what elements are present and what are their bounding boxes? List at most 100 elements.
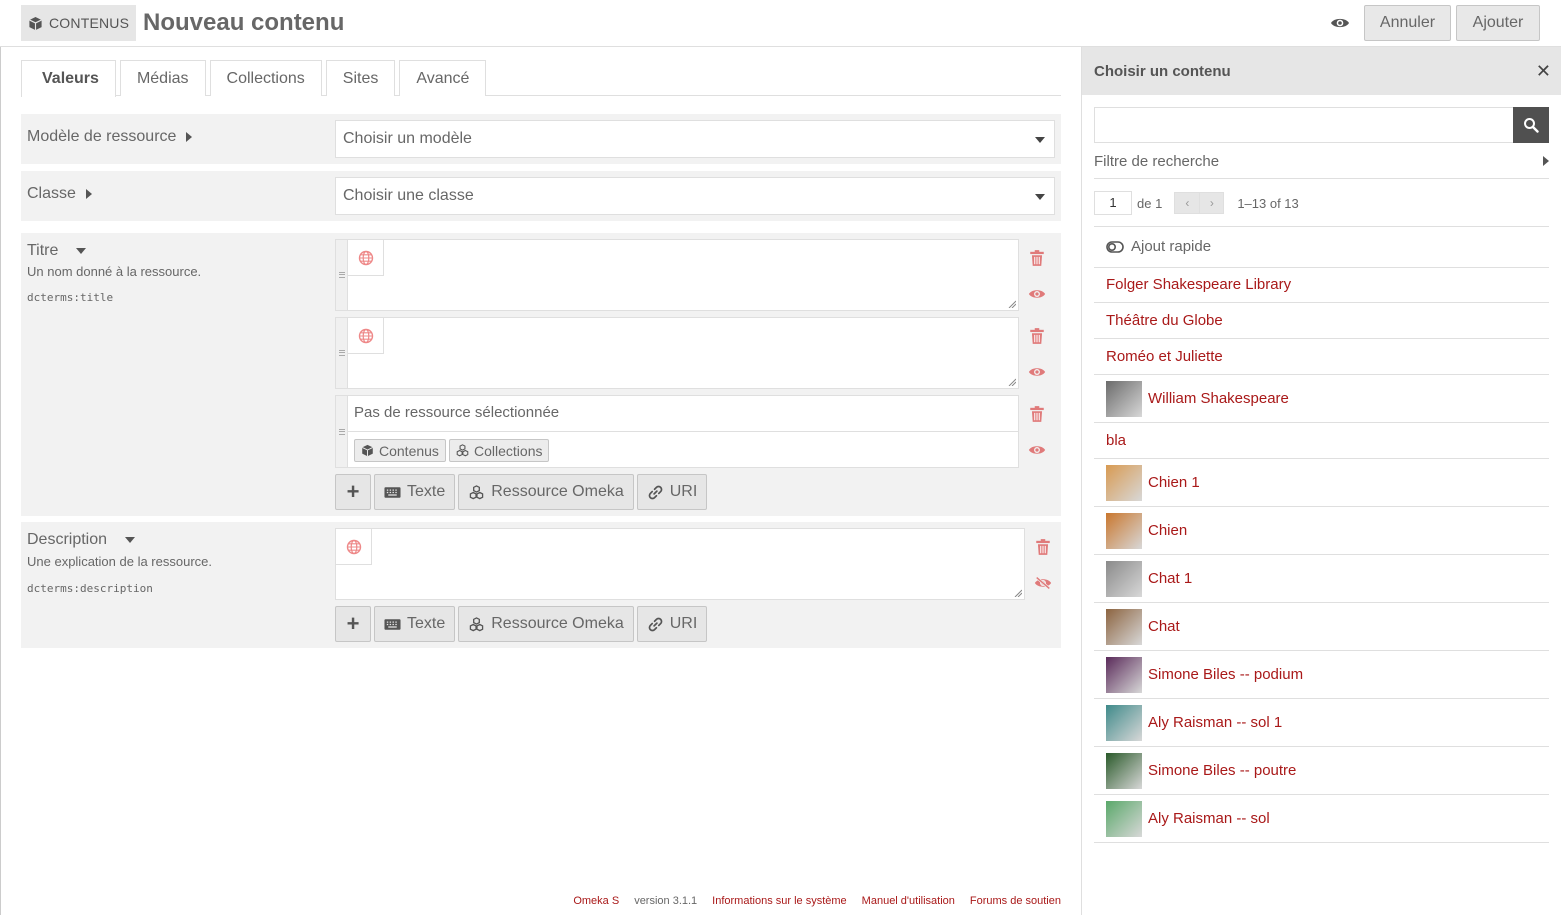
trash-icon[interactable] xyxy=(1028,327,1046,345)
add-resource-button[interactable]: Ressource Omeka xyxy=(458,474,634,510)
list-item[interactable]: Chien xyxy=(1094,507,1549,555)
caret-right-icon xyxy=(85,189,92,199)
chevron-left-icon[interactable]: ‹ xyxy=(1175,193,1199,213)
drag-handle[interactable] xyxy=(336,396,348,467)
title-value-textarea[interactable] xyxy=(335,317,1019,389)
page-header: CONTENUS Nouveau contenu Annuler Ajouter xyxy=(0,0,1561,47)
cubes-icon xyxy=(456,444,469,457)
keyboard-icon xyxy=(384,618,401,630)
field-class: Classe Choisir une classe xyxy=(21,171,1061,221)
tab-collections[interactable]: Collections xyxy=(209,60,322,96)
select-items-button[interactable]: Contenus xyxy=(354,439,446,462)
add-text-button[interactable]: Texte xyxy=(374,474,456,510)
cancel-button[interactable]: Annuler xyxy=(1364,5,1451,41)
list-item[interactable]: Aly Raisman -- sol 1 xyxy=(1094,699,1549,747)
close-icon[interactable]: ✕ xyxy=(1536,61,1551,82)
item-chooser-sidebar: Choisir un contenu ✕ Filtre de recherche… xyxy=(1081,47,1561,915)
list-item[interactable]: Roméo et Juliette xyxy=(1094,339,1549,375)
list-item-label: Aly Raisman -- sol 1 xyxy=(1148,714,1283,731)
resize-handle-icon[interactable] xyxy=(1008,378,1016,386)
field-resource-template: Modèle de ressource Choisir un modèle xyxy=(21,114,1061,164)
tab-bar: Valeurs Médias Collections Sites Avancé xyxy=(21,60,1061,97)
list-item[interactable]: Chien 1 xyxy=(1094,459,1549,507)
add-value-button[interactable]: + xyxy=(335,606,371,642)
list-item[interactable]: Simone Biles -- podium xyxy=(1094,651,1549,699)
search-filter-toggle[interactable]: Filtre de recherche xyxy=(1094,153,1549,170)
list-item[interactable]: Aly Raisman -- sol xyxy=(1094,795,1549,843)
tab-avance[interactable]: Avancé xyxy=(399,60,487,96)
class-select[interactable]: Choisir une classe xyxy=(335,177,1055,215)
footer-manual-link[interactable]: Manuel d'utilisation xyxy=(862,895,955,907)
tab-valeurs[interactable]: Valeurs xyxy=(21,60,116,97)
sidebar-search-input[interactable] xyxy=(1094,107,1514,143)
drag-handle[interactable] xyxy=(336,318,348,388)
tab-sites[interactable]: Sites xyxy=(325,60,396,96)
chevron-right-icon[interactable]: › xyxy=(1199,193,1223,213)
left-border xyxy=(0,0,1,915)
list-item[interactable]: Théâtre du Globe xyxy=(1094,303,1549,339)
list-item[interactable]: Chat xyxy=(1094,603,1549,651)
eye-icon[interactable] xyxy=(1028,441,1046,459)
caret-down-icon xyxy=(125,537,136,543)
preview-eye-icon[interactable] xyxy=(1330,14,1350,32)
add-resource-button[interactable]: Ressource Omeka xyxy=(458,606,634,642)
list-item-label: Roméo et Juliette xyxy=(1106,348,1223,365)
resource-template-select[interactable]: Choisir un modèle xyxy=(335,120,1055,158)
list-item-label: Chien xyxy=(1148,522,1188,539)
trash-icon[interactable] xyxy=(1028,249,1046,267)
list-item-label: William Shakespeare xyxy=(1148,390,1289,407)
caret-right-icon xyxy=(1543,156,1549,166)
page-input[interactable]: 1 xyxy=(1094,191,1132,215)
add-uri-button[interactable]: URI xyxy=(636,474,708,510)
drag-handle[interactable] xyxy=(336,240,348,310)
tab-medias[interactable]: Médias xyxy=(119,60,206,96)
add-text-button[interactable]: Texte xyxy=(374,606,456,642)
footer-forums-link[interactable]: Forums de soutien xyxy=(970,895,1061,907)
eye-icon[interactable] xyxy=(1028,285,1046,303)
trash-icon[interactable] xyxy=(1028,405,1046,423)
no-resource-text: Pas de ressource sélectionnée xyxy=(354,404,560,421)
eye-slash-icon[interactable] xyxy=(1034,574,1052,592)
add-button[interactable]: Ajouter xyxy=(1456,5,1540,41)
description-value-textarea[interactable] xyxy=(335,528,1025,600)
field-label[interactable]: Titre xyxy=(27,242,87,260)
field-label[interactable]: Classe xyxy=(27,185,92,203)
field-title: Titre Un nom donné à la ressource. dcter… xyxy=(21,233,1061,516)
field-label[interactable]: Description xyxy=(27,531,136,549)
add-value-button[interactable]: + xyxy=(335,474,371,510)
language-button[interactable] xyxy=(348,318,384,354)
field-description: Description Une explication de la ressou… xyxy=(21,522,1061,648)
list-item[interactable]: Folger Shakespeare Library xyxy=(1094,267,1549,303)
eye-icon[interactable] xyxy=(1028,363,1046,381)
item-thumbnail xyxy=(1106,512,1142,549)
section-badge: CONTENUS xyxy=(21,5,137,41)
quick-add-toggle[interactable]: Ajout rapide xyxy=(1106,238,1211,255)
footer-brand-link[interactable]: Omeka S xyxy=(573,895,619,907)
select-collections-button[interactable]: Collections xyxy=(449,439,550,462)
list-item[interactable]: William Shakespeare xyxy=(1094,375,1549,423)
field-label[interactable]: Modèle de ressource xyxy=(27,128,193,146)
caret-right-icon xyxy=(186,132,193,142)
list-item[interactable]: Chat 1 xyxy=(1094,555,1549,603)
item-thumbnail xyxy=(1106,608,1142,645)
field-term: dcterms:title xyxy=(27,291,114,304)
footer-system-info-link[interactable]: Informations sur le système xyxy=(712,895,847,907)
resize-handle-icon[interactable] xyxy=(1008,300,1016,308)
page-footer: Omeka S version 3.1.1 Informations sur l… xyxy=(573,895,1061,907)
title-value-textarea[interactable] xyxy=(335,239,1019,311)
language-button[interactable] xyxy=(336,529,372,565)
trash-icon[interactable] xyxy=(1034,538,1052,556)
caret-down-icon xyxy=(76,248,87,254)
item-thumbnail xyxy=(1106,800,1142,837)
resize-handle-icon[interactable] xyxy=(1014,589,1022,597)
list-item-label: Simone Biles -- poutre xyxy=(1148,762,1297,779)
list-item-label: Chat xyxy=(1148,618,1180,635)
list-item[interactable]: bla xyxy=(1094,423,1549,459)
list-item[interactable]: Simone Biles -- poutre xyxy=(1094,747,1549,795)
page-total: de 1 xyxy=(1137,195,1163,211)
list-item-label: Chat 1 xyxy=(1148,570,1193,587)
search-button[interactable] xyxy=(1513,107,1549,143)
language-button[interactable] xyxy=(348,240,384,276)
add-uri-button[interactable]: URI xyxy=(636,606,708,642)
field-description: Un nom donné à la ressource. xyxy=(27,264,202,279)
